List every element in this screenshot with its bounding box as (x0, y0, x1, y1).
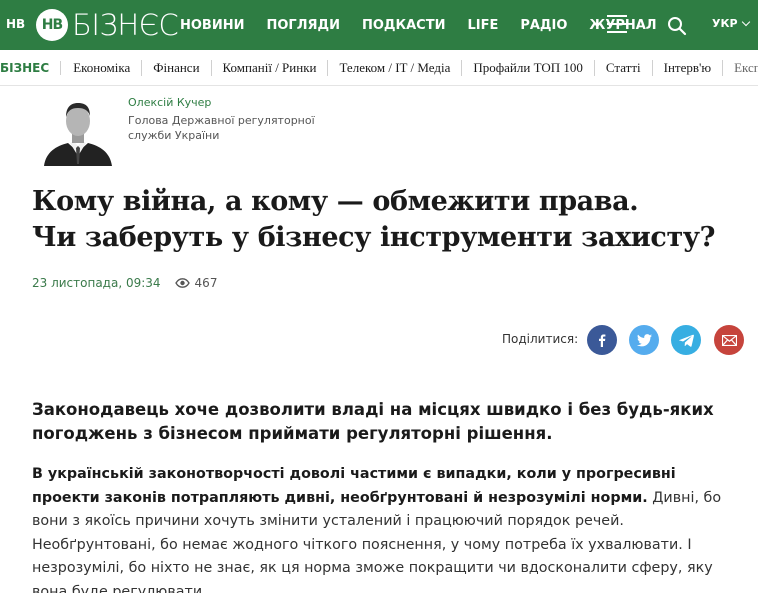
share-mail-button[interactable] (714, 325, 744, 355)
share-telegram-button[interactable] (671, 325, 701, 355)
top-bar: НВ НВ БІЗНЄС НОВИНИ ПОГЛЯДИ ПОДКАСТИ LIF… (0, 0, 758, 50)
subnav-item-experts[interactable]: Експе (734, 60, 758, 76)
author-role: Голова Державної регуляторної служби Укр… (128, 114, 315, 142)
eye-icon (174, 278, 190, 288)
language-selector[interactable]: УКР (712, 17, 750, 30)
language-label: УКР (712, 17, 738, 30)
nav-item-radio[interactable]: РАДІО (520, 18, 567, 33)
mail-icon (721, 334, 737, 346)
article-lead: Законодавець хоче дозволити владі на міс… (32, 400, 714, 443)
article-title-line1: Кому війна, а кому — обмежити права. (32, 186, 639, 217)
subnav-item-articles[interactable]: Статті (606, 59, 653, 76)
facebook-icon (599, 334, 606, 347)
section-brand[interactable]: БІЗНЕС (0, 60, 62, 75)
nv-home-link[interactable]: НВ (6, 17, 25, 31)
nav-item-podcasts[interactable]: ПОДКАСТИ (362, 18, 445, 33)
nv-logo-mark: НВ (36, 9, 68, 41)
telegram-icon (678, 334, 694, 347)
view-count: 467 (194, 276, 218, 290)
article-body-bold: В українській законотворчості доволі час… (32, 466, 676, 506)
article-body: В українській законотворчості доволі час… (32, 463, 742, 593)
share-facebook-button[interactable] (587, 325, 617, 355)
section-nav: БІЗНЕС Економіка Фінанси Компанії / Ринк… (0, 50, 758, 86)
chevron-down-icon (741, 17, 750, 27)
subnav-item-telecom[interactable]: Телеком / IT / Медіа (339, 59, 463, 76)
bizness-logo[interactable]: НВ БІЗНЄС (36, 8, 179, 42)
subnav-item-finance[interactable]: Фінанси (153, 59, 212, 76)
twitter-icon (636, 333, 652, 346)
share-twitter-button[interactable] (629, 325, 659, 355)
hamburger-icon[interactable] (607, 15, 627, 33)
subnav-item-top100[interactable]: Профайли ТОП 100 (473, 59, 595, 76)
subnav-item-companies[interactable]: Компанії / Ринки (223, 59, 329, 76)
publish-date: 23 листопада, 09:34 (32, 276, 161, 290)
nav-item-opinions[interactable]: ПОГЛЯДИ (266, 18, 339, 33)
nav-item-life[interactable]: LIFE (467, 18, 498, 33)
article-title-line2: Чи заберуть у бізнесу інструменти захист… (32, 222, 716, 253)
subnav-item-interviews[interactable]: Інтерв'ю (664, 59, 724, 76)
logo-text: БІЗНЄС (72, 8, 179, 42)
subnav-item-economy[interactable]: Економіка (73, 59, 143, 76)
nav-item-news[interactable]: НОВИНИ (180, 18, 244, 33)
author-avatar[interactable] (40, 96, 116, 166)
article-meta: 23 листопада, 09:34 467 (32, 276, 217, 290)
author-name[interactable]: Олексій Кучер (128, 96, 211, 109)
article-title: Кому війна, а кому — обмежити права. Чи … (32, 184, 742, 256)
search-icon[interactable] (667, 16, 687, 36)
main-nav: НОВИНИ ПОГЛЯДИ ПОДКАСТИ LIFE РАДІО ЖУРНА… (180, 0, 679, 50)
share-label: Поділитися: (502, 332, 579, 346)
